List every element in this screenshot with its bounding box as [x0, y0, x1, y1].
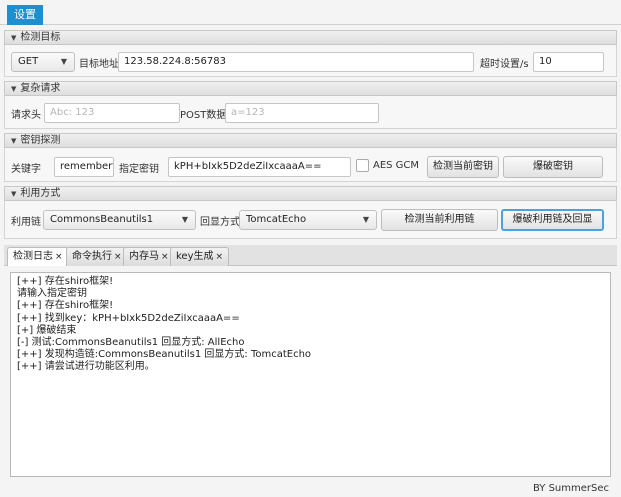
- section-title-exploit: 利用方式: [20, 188, 61, 199]
- keyword-input[interactable]: rememberf: [54, 157, 114, 177]
- log-line: [-] 测试:CommonsBeanutils1 回显方式: AllEcho: [17, 337, 245, 349]
- log-line: 请输入指定密钥: [17, 288, 87, 300]
- log-line: [+] 爆破结束: [17, 324, 77, 336]
- collapse-arrow-icon: ▼: [11, 190, 17, 198]
- brute-chain-button[interactable]: 爆破利用链及回显: [501, 209, 604, 231]
- section-title-complex: 复杂请求: [20, 83, 61, 94]
- dropdown-arrow-icon: ▼: [181, 215, 188, 224]
- detect-chain-button[interactable]: 检测当前利用链: [381, 209, 498, 231]
- brute-key-button[interactable]: 爆破密钥: [503, 156, 603, 178]
- close-icon[interactable]: ×: [216, 252, 224, 262]
- section-header-target[interactable]: ▼ 检测目标: [4, 30, 617, 45]
- method-select[interactable]: GET ▼: [11, 52, 75, 72]
- menu-settings[interactable]: 设置: [7, 5, 43, 25]
- key-input[interactable]: kPH+bIxk5D2deZiIxcaaaA==: [168, 157, 351, 177]
- log-line: [++] 存在shiro框架!: [17, 276, 114, 287]
- tab-label: 命令执行: [72, 251, 112, 262]
- section-header-exploit[interactable]: ▼ 利用方式: [4, 186, 617, 201]
- url-label: 目标地址: [79, 59, 119, 70]
- collapse-arrow-icon: ▼: [11, 137, 17, 145]
- keyword-label: 关键字: [11, 164, 41, 175]
- headers-input[interactable]: Abc: 123: [44, 103, 180, 123]
- menubar: 设置: [0, 0, 621, 25]
- tab-label: 内存马: [129, 251, 159, 262]
- echo-select[interactable]: TomcatEcho ▼: [239, 210, 377, 230]
- close-icon[interactable]: ×: [55, 252, 63, 262]
- headers-label: 请求头: [11, 110, 41, 121]
- close-icon[interactable]: ×: [114, 252, 122, 262]
- post-data-label: POST数据: [180, 110, 227, 121]
- section-body-key-probe: 关键字 rememberf 指定密钥 kPH+bIxk5D2deZiIxcaaa…: [4, 148, 617, 182]
- log-line: [++] 请尝试进行功能区利用。: [17, 361, 155, 373]
- log-textarea[interactable]: [++] 存在shiro框架! 请输入指定密钥 [++] 存在shiro框架! …: [10, 272, 611, 477]
- tab-bar: 检测日志 × 命令执行 × 内存马 × key生成 ×: [4, 245, 617, 266]
- log-line: [++] 存在shiro框架!: [17, 300, 114, 312]
- aes-gcm-checkbox[interactable]: [356, 159, 369, 172]
- aes-gcm-label: AES GCM: [373, 160, 420, 171]
- tab-label: key生成: [176, 251, 214, 262]
- close-icon[interactable]: ×: [161, 252, 169, 262]
- dropdown-arrow-icon: ▼: [362, 215, 369, 224]
- tab-label: 检测日志: [13, 251, 53, 262]
- collapse-arrow-icon: ▼: [11, 85, 17, 93]
- section-header-complex[interactable]: ▼ 复杂请求: [4, 81, 617, 96]
- log-line: [++] 找到key：kPH+bIxk5D2deZiIxcaaaA==: [17, 312, 240, 324]
- section-header-key-probe[interactable]: ▼ 密钥探测: [4, 133, 617, 148]
- dropdown-arrow-icon: ▼: [60, 57, 67, 66]
- method-value: GET: [18, 56, 39, 67]
- echo-value: TomcatEcho: [246, 214, 307, 225]
- section-body-target: GET ▼ 目标地址 123.58.224.8:56783 超时设置/s 10: [4, 45, 617, 77]
- chain-value: CommonsBeanutils1: [50, 214, 154, 225]
- echo-label: 回显方式: [200, 217, 240, 228]
- timeout-label: 超时设置/s: [480, 59, 529, 70]
- chain-select[interactable]: CommonsBeanutils1 ▼: [43, 210, 196, 230]
- tab-memshell[interactable]: 内存马 ×: [123, 247, 175, 266]
- url-input[interactable]: 123.58.224.8:56783: [118, 52, 474, 72]
- section-title-target: 检测目标: [20, 32, 61, 43]
- post-data-input[interactable]: a=123: [225, 103, 379, 123]
- footer-credit: BY SummerSec: [532, 483, 609, 494]
- log-line: [++] 发现构造链:CommonsBeanutils1 回显方式: Tomca…: [17, 349, 312, 361]
- tab-detect-log[interactable]: 检测日志 ×: [7, 247, 69, 266]
- tab-command-exec[interactable]: 命令执行 ×: [66, 247, 128, 266]
- tab-key-gen[interactable]: key生成 ×: [170, 247, 230, 266]
- section-body-exploit: 利用链 CommonsBeanutils1 ▼ 回显方式 TomcatEcho …: [4, 201, 617, 239]
- specify-key-label: 指定密钥: [119, 164, 159, 175]
- timeout-input[interactable]: 10: [533, 52, 604, 72]
- chain-label: 利用链: [11, 217, 41, 228]
- section-title-key-probe: 密钥探测: [20, 135, 61, 146]
- collapse-arrow-icon: ▼: [11, 34, 17, 42]
- detect-key-button[interactable]: 检测当前密钥: [427, 156, 499, 178]
- section-body-complex: 请求头 Abc: 123 POST数据 a=123: [4, 96, 617, 129]
